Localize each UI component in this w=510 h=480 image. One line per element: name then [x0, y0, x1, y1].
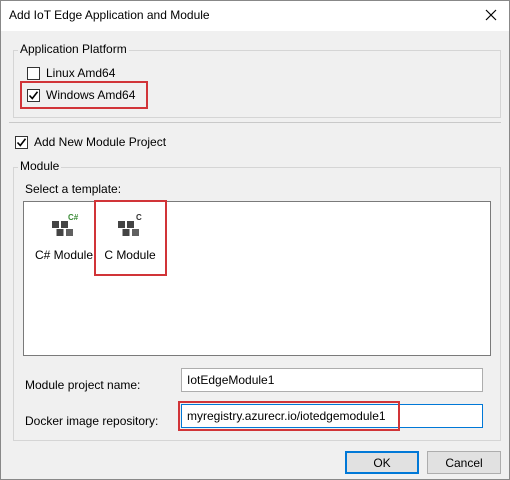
module-project-name-input[interactable]: IotEdgeModule1	[181, 368, 483, 392]
linux-amd64-label: Linux Amd64	[46, 66, 116, 80]
template-label: C# Module	[34, 248, 94, 262]
module-legend: Module	[18, 159, 62, 173]
close-button[interactable]	[477, 3, 505, 27]
csharp-badge: C#	[68, 213, 79, 222]
dialog-window: Add IoT Edge Application and Module Appl…	[0, 0, 510, 480]
windows-amd64-highlight	[20, 81, 148, 109]
ok-button[interactable]: OK	[345, 451, 419, 474]
docker-repository-highlight	[178, 401, 400, 431]
c-module-highlight	[94, 200, 167, 276]
linux-amd64-checkbox-box[interactable]	[27, 66, 40, 80]
add-new-module-checkbox-box[interactable]	[15, 135, 28, 149]
close-icon	[485, 9, 497, 21]
module-project-name-label: Module project name:	[25, 378, 141, 392]
checkmark-icon	[16, 137, 27, 147]
add-new-module-checkbox[interactable]: Add New Module Project	[15, 135, 166, 149]
linux-amd64-checkbox[interactable]: Linux Amd64	[27, 66, 115, 80]
template-csharp-module[interactable]: C# C# Module	[32, 212, 96, 262]
add-new-module-label: Add New Module Project	[34, 135, 167, 149]
separator	[9, 122, 501, 123]
application-platform-legend: Application Platform	[18, 42, 129, 56]
cancel-button[interactable]: Cancel	[427, 451, 501, 474]
docker-image-repository-label: Docker image repository:	[25, 414, 159, 428]
csharp-module-icon: C#	[52, 213, 79, 236]
dialog-title: Add IoT Edge Application and Module	[9, 8, 210, 22]
title-bar: Add IoT Edge Application and Module	[1, 1, 509, 31]
select-template-label: Select a template:	[25, 182, 122, 196]
